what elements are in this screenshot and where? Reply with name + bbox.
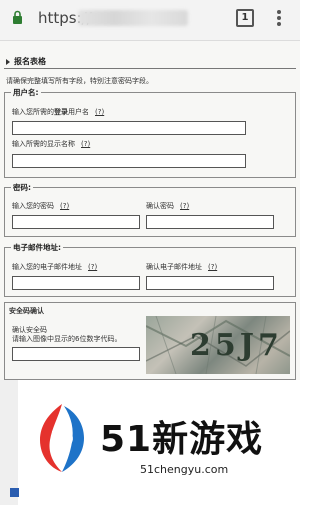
confirm-password-label: 确认密码 (?) bbox=[146, 202, 190, 210]
captcha-input[interactable] bbox=[12, 347, 140, 361]
captcha-image: 25J7 bbox=[146, 316, 290, 374]
captcha-legend: 安全码确认 bbox=[9, 307, 44, 315]
help-link[interactable]: (?) bbox=[88, 263, 97, 271]
password-input[interactable] bbox=[12, 215, 140, 229]
brand-domain: 51chengyu.com bbox=[140, 463, 229, 476]
email-legend: 电子邮件地址: bbox=[11, 242, 63, 253]
left-edge-strip bbox=[0, 380, 18, 505]
help-link[interactable]: (?) bbox=[95, 108, 104, 116]
display-name-input[interactable] bbox=[12, 154, 246, 168]
username-legend: 用户名: bbox=[11, 87, 41, 98]
confirm-email-input[interactable] bbox=[146, 276, 274, 290]
password-label: 输入您的密码 (?) bbox=[12, 202, 70, 210]
brand-name: 51新游戏 bbox=[100, 419, 264, 460]
help-link[interactable]: (?) bbox=[81, 140, 90, 148]
confirm-password-input[interactable] bbox=[146, 215, 274, 229]
login-username-label: 输入您所需的登录用户名 (?) bbox=[12, 108, 105, 116]
tab-switcher-button[interactable]: 1 bbox=[236, 9, 254, 27]
display-name-label: 输入所需的显示名称 (?) bbox=[12, 140, 91, 148]
help-link[interactable]: (?) bbox=[60, 202, 69, 210]
triangle-icon bbox=[6, 58, 10, 65]
tab-count: 1 bbox=[241, 12, 249, 23]
login-username-input[interactable] bbox=[12, 121, 246, 135]
help-link[interactable]: (?) bbox=[180, 202, 189, 210]
browser-toolbar: https:// 1 bbox=[0, 0, 300, 41]
small-blue-icon bbox=[10, 488, 19, 497]
email-input[interactable] bbox=[12, 276, 140, 290]
lock-icon bbox=[13, 10, 22, 24]
help-link[interactable]: (?) bbox=[208, 263, 217, 271]
captcha-text: 25J7 bbox=[190, 328, 283, 363]
username-section: 用户名: 输入您所需的登录用户名 (?) 输入所需的显示名称 (?) bbox=[4, 87, 296, 178]
password-section: 密码: 输入您的密码 (?) 确认密码 (?) bbox=[4, 182, 296, 237]
overflow-menu-icon[interactable] bbox=[276, 9, 282, 29]
email-section: 电子邮件地址: 输入您的电子邮件地址 (?) 确认电子邮件地址 (?) bbox=[4, 242, 296, 297]
divider bbox=[4, 68, 296, 69]
captcha-instruction: 请输入图像中显示的6位数字代码。 bbox=[12, 335, 122, 343]
confirm-email-label: 确认电子邮件地址 (?) bbox=[146, 263, 218, 271]
url-blurred bbox=[78, 10, 188, 26]
form-notice: 请确保完整填写所有字段，特别注意密码字段。 bbox=[6, 77, 153, 85]
section-title: 报名表格 bbox=[6, 56, 46, 67]
brand-logo-icon bbox=[40, 404, 84, 472]
email-label: 输入您的电子邮件地址 (?) bbox=[12, 263, 98, 271]
password-legend: 密码: bbox=[11, 182, 33, 193]
